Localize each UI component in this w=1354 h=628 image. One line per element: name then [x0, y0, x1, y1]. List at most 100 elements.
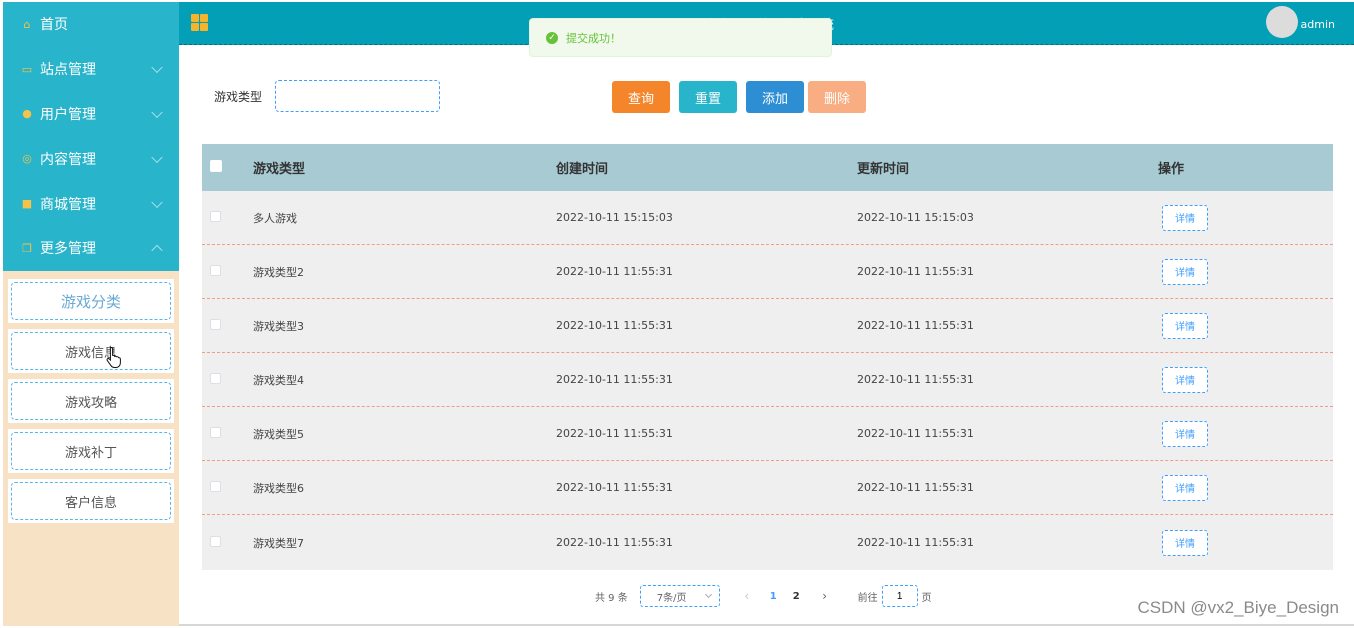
submenu-item-game-patch[interactable]: 游戏补丁: [11, 432, 171, 470]
search-label: 游戏类型: [214, 90, 263, 104]
cell-updated: 2022-10-11 11:55:31: [857, 427, 974, 440]
cell-updated: 2022-10-11 11:55:31: [857, 481, 974, 494]
submenu-active-wrap: 游戏分类: [8, 279, 174, 323]
hand-cursor-icon: [106, 346, 121, 368]
sidebar-item-home[interactable]: ⌂ 首页: [3, 2, 179, 47]
chevron-down-icon: [151, 151, 163, 163]
apps-grid-icon[interactable]: [191, 14, 208, 31]
table-row: 游戏类型2 2022-10-11 11:55:31 2022-10-11 11:…: [202, 245, 1333, 299]
row-checkbox[interactable]: [210, 426, 221, 438]
watermark: CSDN @vx2_Biye_Design: [1137, 598, 1339, 617]
query-button[interactable]: 查询: [612, 81, 670, 113]
cell-type: 游戏类型6: [253, 481, 304, 495]
submenu-wrap: 游戏信息: [8, 329, 174, 373]
sidebar-item-label: 更多管理: [40, 241, 96, 258]
row-checkbox-cell: [202, 426, 253, 441]
cell-type: 游戏类型4: [253, 373, 304, 387]
monitor-icon: ▭: [21, 62, 33, 76]
submenu-item-game-info[interactable]: 游戏信息: [11, 332, 171, 370]
avatar[interactable]: [1266, 6, 1298, 38]
submenu-wrap: 游戏补丁: [8, 429, 174, 473]
bag-icon: ■: [21, 197, 33, 211]
cell-updated: 2022-10-11 15:15:03: [857, 211, 974, 224]
reset-button[interactable]: 重置: [679, 81, 737, 113]
detail-button[interactable]: 详情: [1162, 366, 1208, 393]
copy-icon: ❐: [22, 241, 32, 255]
table-row: 游戏类型4 2022-10-11 11:55:31 2022-10-11 11:…: [202, 353, 1333, 407]
chat-icon: ◎: [22, 152, 32, 166]
sidebar-item-site[interactable]: ▭ 站点管理: [3, 47, 179, 92]
sidebar-item-shop[interactable]: ■ 商城管理: [3, 181, 179, 226]
add-button[interactable]: 添加: [746, 81, 804, 113]
cell-type: 游戏类型2: [253, 265, 304, 279]
table-header: 游戏类型 创建时间 更新时间 操作: [202, 144, 1333, 191]
username[interactable]: admin: [1301, 18, 1335, 31]
detail-button[interactable]: 详情: [1162, 258, 1208, 285]
toast-text: 提交成功！: [566, 31, 621, 45]
header-checkbox-cell: [202, 159, 253, 176]
check-circle-icon: ✓: [546, 31, 558, 44]
row-checkbox-cell: [202, 535, 253, 550]
cell-created: 2022-10-11 11:55:31: [556, 427, 673, 440]
pagination: 共 9 条 7条/页 ‹ 1 2 › 前往 页: [595, 585, 932, 607]
cell-actions: 详情: [1158, 204, 1333, 231]
column-header-type: 游戏类型: [253, 162, 306, 177]
row-checkbox-cell: [202, 480, 253, 495]
sidebar-item-label: 商城管理: [40, 196, 96, 213]
chevron-down-icon: [151, 106, 163, 119]
goto-label: 前往: [857, 592, 878, 604]
game-type-search-input[interactable]: [275, 80, 440, 112]
page-number-2[interactable]: 2: [793, 591, 800, 602]
chevron-up-icon: [151, 245, 163, 257]
cell-actions: 详情: [1158, 474, 1333, 501]
submenu-wrap: 游戏攻略: [8, 379, 174, 423]
cell-type: 游戏类型5: [253, 427, 304, 441]
sidebar-item-label: 首页: [40, 17, 68, 34]
detail-button[interactable]: 详情: [1162, 312, 1208, 339]
table-row: 游戏类型7 2022-10-11 11:55:31 2022-10-11 11:…: [202, 515, 1333, 570]
cell-actions: 详情: [1158, 312, 1333, 339]
cell-updated: 2022-10-11 11:55:31: [857, 536, 974, 549]
submenu-item-game-category[interactable]: 游戏分类: [11, 282, 171, 320]
row-checkbox[interactable]: [210, 535, 221, 547]
detail-button[interactable]: 详情: [1162, 204, 1208, 231]
page-size-value: 7条/页: [656, 592, 687, 604]
home-icon: ⌂: [23, 17, 31, 31]
row-checkbox-cell: [202, 372, 253, 387]
detail-button[interactable]: 详情: [1162, 474, 1208, 501]
sidebar-item-users[interactable]: ● 用户管理: [3, 92, 179, 137]
next-page-icon[interactable]: ›: [818, 589, 832, 603]
row-checkbox[interactable]: [210, 372, 221, 384]
detail-button[interactable]: 详情: [1162, 529, 1208, 556]
select-all-checkbox[interactable]: [210, 159, 222, 172]
delete-button[interactable]: 删除: [808, 81, 866, 113]
user-icon: ●: [22, 107, 32, 121]
data-table: 游戏类型 创建时间 更新时间 操作 多人游戏 2022-10-11 15:15:…: [202, 144, 1333, 570]
success-toast: ✓ 提交成功！: [529, 18, 832, 57]
sidebar-item-more[interactable]: ❐ 更多管理: [3, 226, 179, 271]
prev-page-icon[interactable]: ‹: [740, 589, 754, 603]
cell-type: 游戏类型7: [253, 536, 304, 550]
submenu: 游戏分类 游戏信息 游戏攻略 游戏补丁 客户信息: [3, 271, 179, 523]
table-row: 游戏类型5 2022-10-11 11:55:31 2022-10-11 11:…: [202, 407, 1333, 461]
row-checkbox[interactable]: [210, 264, 221, 276]
row-checkbox-cell: [202, 318, 253, 333]
row-checkbox[interactable]: [210, 210, 221, 222]
bottom-divider: [179, 624, 1354, 626]
row-checkbox[interactable]: [210, 480, 221, 492]
page-unit-label: 页: [921, 592, 932, 604]
goto-page-input[interactable]: [881, 585, 918, 607]
row-checkbox[interactable]: [210, 318, 221, 330]
detail-button[interactable]: 详情: [1162, 420, 1208, 447]
cell-actions: 详情: [1158, 258, 1333, 285]
page-number-1[interactable]: 1: [770, 591, 777, 602]
sidebar-item-content[interactable]: ◎ 内容管理: [3, 136, 179, 181]
cell-type: 游戏类型3: [253, 319, 304, 333]
cell-created: 2022-10-11 11:55:31: [556, 373, 673, 386]
page-size-select[interactable]: 7条/页: [639, 585, 720, 607]
column-header-actions: 操作: [1158, 162, 1185, 177]
chevron-down-icon: [151, 61, 163, 74]
submenu-item-game-guide[interactable]: 游戏攻略: [11, 382, 171, 420]
sidebar-item-label: 用户管理: [40, 106, 96, 123]
submenu-item-customer-info[interactable]: 客户信息: [11, 482, 171, 520]
